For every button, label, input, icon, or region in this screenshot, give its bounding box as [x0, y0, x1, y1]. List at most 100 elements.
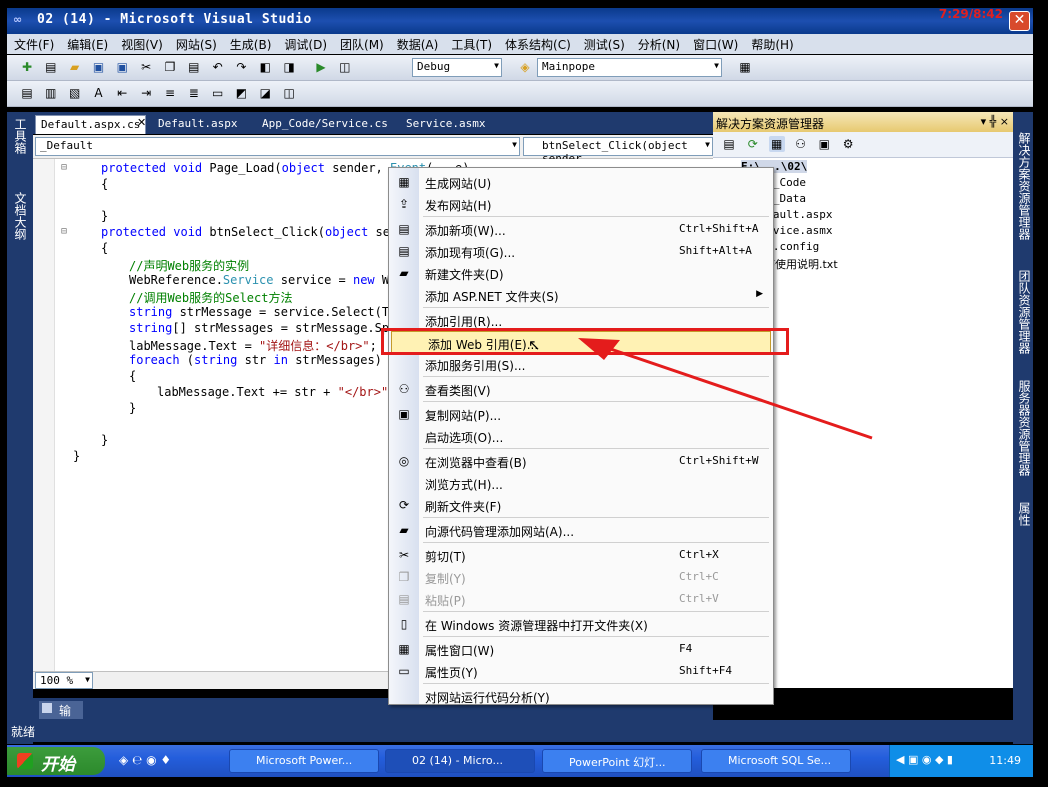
context-menu-item[interactable]: 对网站运行代码分析(Y): [389, 685, 773, 707]
menu-view[interactable]: 视图(V): [114, 34, 169, 53]
collapse-icon[interactable]: ⊟: [61, 226, 67, 237]
undo-icon[interactable]: ↶: [210, 59, 226, 75]
navigate-forward-icon[interactable]: ◨: [281, 59, 297, 75]
clock-overlay: 7:29/8:42: [938, 7, 1003, 21]
param-info-icon[interactable]: ▥: [43, 85, 59, 101]
menu-window[interactable]: 窗口(W): [686, 34, 744, 53]
context-menu-item[interactable]: 添加 ASP.NET 文件夹(S) ▶: [389, 284, 773, 306]
member-dropdown[interactable]: btnSelect_Click(object sender: [523, 137, 713, 165]
open-icon[interactable]: ▰: [67, 59, 83, 75]
indent-icon[interactable]: ⇥: [138, 85, 154, 101]
copy-website-icon[interactable]: ▣: [816, 136, 832, 152]
code-line: }: [129, 401, 137, 415]
context-menu-item[interactable]: ✂ 剪切(T) Ctrl+X: [389, 544, 773, 566]
context-menu-item[interactable]: 浏览方式(H)...: [389, 472, 773, 494]
menu-website[interactable]: 网站(S): [169, 34, 223, 53]
context-menu-item[interactable]: ▦ 属性窗口(W) F4: [389, 638, 773, 660]
close-tab-icon[interactable]: ✕: [137, 116, 146, 129]
find-icon[interactable]: ◈: [517, 59, 533, 75]
context-menu-item[interactable]: ▤ 添加现有项(G)... Shift+Alt+A: [389, 240, 773, 262]
menu-item-label: 添加服务引用(S)...: [425, 359, 526, 373]
navigate-back-icon[interactable]: ◧: [257, 59, 273, 75]
code-line: {: [101, 241, 109, 255]
add-item-icon[interactable]: ▤: [43, 59, 59, 75]
solution-explorer-tab[interactable]: 解决方案资源管理器: [1016, 132, 1033, 240]
copy-icon[interactable]: ❐: [162, 59, 178, 75]
collapse-icon[interactable]: ⊟: [61, 162, 67, 173]
menu-edit[interactable]: 编辑(E): [60, 34, 114, 53]
uncomment-icon[interactable]: ≣: [186, 85, 202, 101]
context-menu-item[interactable]: ▯ 在 Windows 资源管理器中打开文件夹(X): [389, 613, 773, 635]
close-button[interactable]: ✕: [1009, 11, 1030, 31]
asp-config-icon[interactable]: ⚙: [840, 136, 856, 152]
menu-data[interactable]: 数据(A): [390, 34, 445, 53]
menu-test[interactable]: 测试(S): [577, 34, 631, 53]
paste-icon[interactable]: ▤: [186, 59, 202, 75]
taskbar-button-ppt-slides[interactable]: PowerPoint 幻灯...: [542, 749, 692, 773]
menu-item-icon: ❐: [398, 570, 410, 584]
context-menu-item[interactable]: ▭ 属性页(Y) Shift+F4: [389, 660, 773, 682]
context-menu-item[interactable]: ❐ 复制(Y) Ctrl+C: [389, 566, 773, 588]
context-menu-item[interactable]: ▤ 添加新项(W)... Ctrl+Shift+A: [389, 218, 773, 240]
comment-icon[interactable]: ≡: [162, 85, 178, 101]
new-project-icon[interactable]: ✚: [19, 59, 35, 75]
cut-icon[interactable]: ✂: [138, 59, 154, 75]
attach-icon[interactable]: ◫: [337, 59, 353, 75]
menu-debug[interactable]: 调试(D): [277, 34, 333, 53]
context-menu-item[interactable]: ⟳ 刷新文件夹(F): [389, 494, 773, 516]
save-all-icon[interactable]: ▣: [114, 59, 130, 75]
toolbox-tab[interactable]: 工具箱: [12, 118, 29, 154]
start-debug-icon[interactable]: ▶: [313, 59, 329, 75]
context-menu-item[interactable]: ▰ 新建文件夹(D): [389, 262, 773, 284]
menu-file[interactable]: 文件(F): [7, 34, 60, 53]
show-all-files-icon[interactable]: ▦: [768, 136, 785, 152]
context-menu-item[interactable]: ▰ 向源代码管理添加网站(A)...: [389, 519, 773, 541]
code-line: {: [129, 369, 137, 383]
solution-explorer-toolbar-icon[interactable]: ▦: [737, 59, 753, 75]
context-menu-item[interactable]: ◎ 在浏览器中查看(B) Ctrl+Shift+W: [389, 450, 773, 472]
menu-architecture[interactable]: 体系结构(C): [498, 34, 577, 53]
menu-tools[interactable]: 工具(T): [444, 34, 498, 53]
tab-default-aspx-cs[interactable]: Default.aspx.cs: [35, 115, 147, 134]
refresh-icon[interactable]: ⟳: [745, 136, 761, 152]
document-outline-tab[interactable]: 文档大纲: [12, 192, 29, 240]
taskbar-button-vs[interactable]: 02 (14) - Micro...: [385, 749, 535, 773]
menu-team[interactable]: 团队(M): [333, 34, 390, 53]
find-combo[interactable]: Mainpope: [537, 58, 722, 77]
taskbar-button-powerpoint[interactable]: Microsoft Power...: [229, 749, 379, 773]
output-icon: [42, 703, 52, 713]
tab-service-asmx[interactable]: Service.asmx: [401, 115, 490, 134]
member-list-icon[interactable]: ▤: [19, 85, 35, 101]
panel-pin-close-icons[interactable]: ▾ ╬ ×: [981, 115, 1009, 128]
menu-build[interactable]: 生成(B): [223, 34, 278, 53]
tab-service-cs[interactable]: App_Code/Service.cs: [257, 115, 393, 134]
class-dropdown[interactable]: _Default: [35, 137, 520, 156]
context-menu-item[interactable]: ▦ 生成网站(U): [389, 171, 773, 193]
clear-bookmark-icon[interactable]: ◫: [281, 85, 297, 101]
config-dropdown[interactable]: Debug: [412, 58, 502, 77]
quick-info-icon[interactable]: ▧: [67, 85, 83, 101]
team-explorer-tab[interactable]: 团队资源管理器: [1016, 270, 1033, 354]
save-icon[interactable]: ▣: [90, 59, 106, 75]
view-class-icon[interactable]: ⚇: [792, 136, 808, 152]
start-button[interactable]: 开始: [7, 747, 105, 775]
properties-icon[interactable]: ▤: [721, 136, 737, 152]
context-menu-item[interactable]: ▤ 粘贴(P) Ctrl+V: [389, 588, 773, 610]
server-explorer-tab[interactable]: 服务器资源管理器: [1016, 380, 1033, 476]
menu-item-label: 向源代码管理添加网站(A)...: [425, 525, 575, 539]
prev-bookmark-icon[interactable]: ◩: [233, 85, 249, 101]
next-bookmark-icon[interactable]: ◪: [257, 85, 273, 101]
properties-tab[interactable]: 属性: [1016, 502, 1033, 526]
bookmark-icon[interactable]: ▭: [210, 85, 226, 101]
tab-default-aspx[interactable]: Default.aspx: [153, 115, 242, 134]
taskbar-button-sql[interactable]: Microsoft SQL Se...: [701, 749, 851, 773]
word-complete-icon[interactable]: A: [90, 85, 106, 101]
quicklaunch-icons[interactable]: ◈ ℮ ◉ ♦: [119, 753, 171, 767]
context-menu-item[interactable]: ⇪ 发布网站(H): [389, 193, 773, 215]
outdent-icon[interactable]: ⇤: [114, 85, 130, 101]
tray-icons[interactable]: ◀ ▣ ◉ ◆ ▮: [896, 753, 953, 766]
redo-icon[interactable]: ↷: [233, 59, 249, 75]
menu-help[interactable]: 帮助(H): [744, 34, 799, 53]
zoom-dropdown[interactable]: 100 %: [35, 672, 93, 689]
menu-analyze[interactable]: 分析(N): [631, 34, 686, 53]
